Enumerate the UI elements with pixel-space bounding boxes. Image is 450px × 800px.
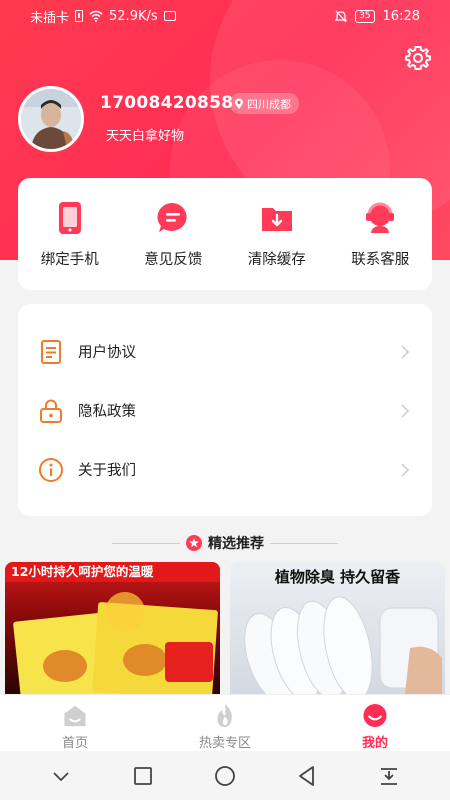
recommend-header: 精选推荐 — [0, 533, 450, 553]
tab-home[interactable]: 首页 — [0, 695, 150, 751]
avatar[interactable] — [18, 86, 84, 152]
user-phone-number: 17008420858 — [100, 93, 234, 113]
tools-card: 绑定手机 意见反馈 清除缓存 联系客服 — [18, 178, 432, 290]
product-card-warmer[interactable]: 12小时持久呵护您的温暖 — [5, 562, 220, 694]
tab-label: 热卖专区 — [198, 736, 251, 751]
info-icon — [39, 457, 63, 482]
chevron-right-icon — [401, 403, 410, 418]
status-bar: 未插卡 52.9K/s 35 16:28 — [0, 0, 450, 32]
back-icon[interactable] — [295, 764, 319, 788]
carrier-text: 未插卡 — [30, 10, 70, 26]
mute-icon — [335, 10, 348, 22]
battery-icon: 35 — [355, 9, 375, 23]
system-nav-bar — [0, 751, 450, 800]
phone-icon — [58, 202, 81, 234]
home-icon — [64, 705, 86, 727]
location-badge: 四川成都 — [230, 93, 299, 114]
home-circle-icon[interactable] — [213, 764, 237, 788]
menu-card: 用户协议 隐私政策 关于我们 — [18, 304, 432, 516]
bind-phone-button[interactable]: 绑定手机 — [18, 178, 122, 290]
divider — [270, 542, 338, 544]
tab-hot-sale[interactable]: 热卖专区 — [150, 695, 300, 751]
notification-icon — [163, 11, 176, 21]
clear-cache-button[interactable]: 清除缓存 — [225, 178, 329, 290]
menu-item-label: 关于我们 — [78, 463, 136, 479]
product-image — [244, 596, 442, 694]
location-pin-icon — [235, 98, 243, 109]
divider — [112, 542, 180, 544]
feedback-button[interactable]: 意见反馈 — [122, 178, 226, 290]
tool-label: 绑定手机 — [40, 252, 99, 268]
product-image — [13, 592, 218, 694]
menu-item-about-us[interactable]: 关于我们 — [18, 440, 432, 499]
avatar-photo — [21, 89, 81, 149]
lock-icon — [40, 399, 62, 423]
tool-label: 意见反馈 — [144, 252, 203, 268]
customer-service-button[interactable]: 联系客服 — [329, 178, 433, 290]
chevron-right-icon — [401, 344, 410, 359]
product-banner: 植物除臭 持久留香 — [274, 568, 401, 586]
tool-label: 清除缓存 — [247, 252, 306, 268]
chevron-right-icon — [401, 462, 410, 477]
product-card-insole[interactable]: 植物除臭 持久留香 — [230, 562, 445, 694]
bottom-tab-bar: 首页 热卖专区 我的 — [0, 694, 450, 751]
tab-label: 我的 — [361, 736, 388, 751]
feedback-icon — [157, 202, 187, 232]
star-icon — [186, 535, 202, 551]
user-slogan: 天天白拿好物 — [106, 129, 185, 144]
menu-item-user-agreement[interactable]: 用户协议 — [18, 322, 432, 381]
wifi-icon — [89, 10, 103, 22]
gear-icon[interactable] — [404, 44, 432, 72]
recommend-title: 精选推荐 — [208, 536, 264, 552]
menu-item-label: 用户协议 — [78, 345, 136, 361]
product-banner: 12小时持久呵护您的温暖 — [5, 562, 220, 582]
customer-service-icon — [366, 202, 395, 233]
user-smile-icon — [363, 703, 387, 728]
network-speed: 52.9K/s — [109, 8, 158, 24]
location-text: 四川成都 — [247, 97, 291, 111]
flame-icon — [217, 703, 232, 728]
clock: 16:28 — [382, 8, 420, 24]
tool-label: 联系客服 — [351, 252, 410, 268]
document-icon — [41, 339, 61, 364]
recents-icon[interactable] — [131, 764, 155, 788]
tab-mine[interactable]: 我的 — [300, 695, 450, 751]
menu-item-label: 隐私政策 — [78, 404, 136, 420]
sim-icon — [75, 10, 84, 22]
download-notification-icon[interactable] — [377, 764, 401, 788]
menu-item-privacy-policy[interactable]: 隐私政策 — [18, 381, 432, 440]
clear-cache-icon — [261, 208, 292, 231]
tab-label: 首页 — [61, 736, 88, 751]
chevron-down-icon[interactable] — [49, 764, 73, 788]
